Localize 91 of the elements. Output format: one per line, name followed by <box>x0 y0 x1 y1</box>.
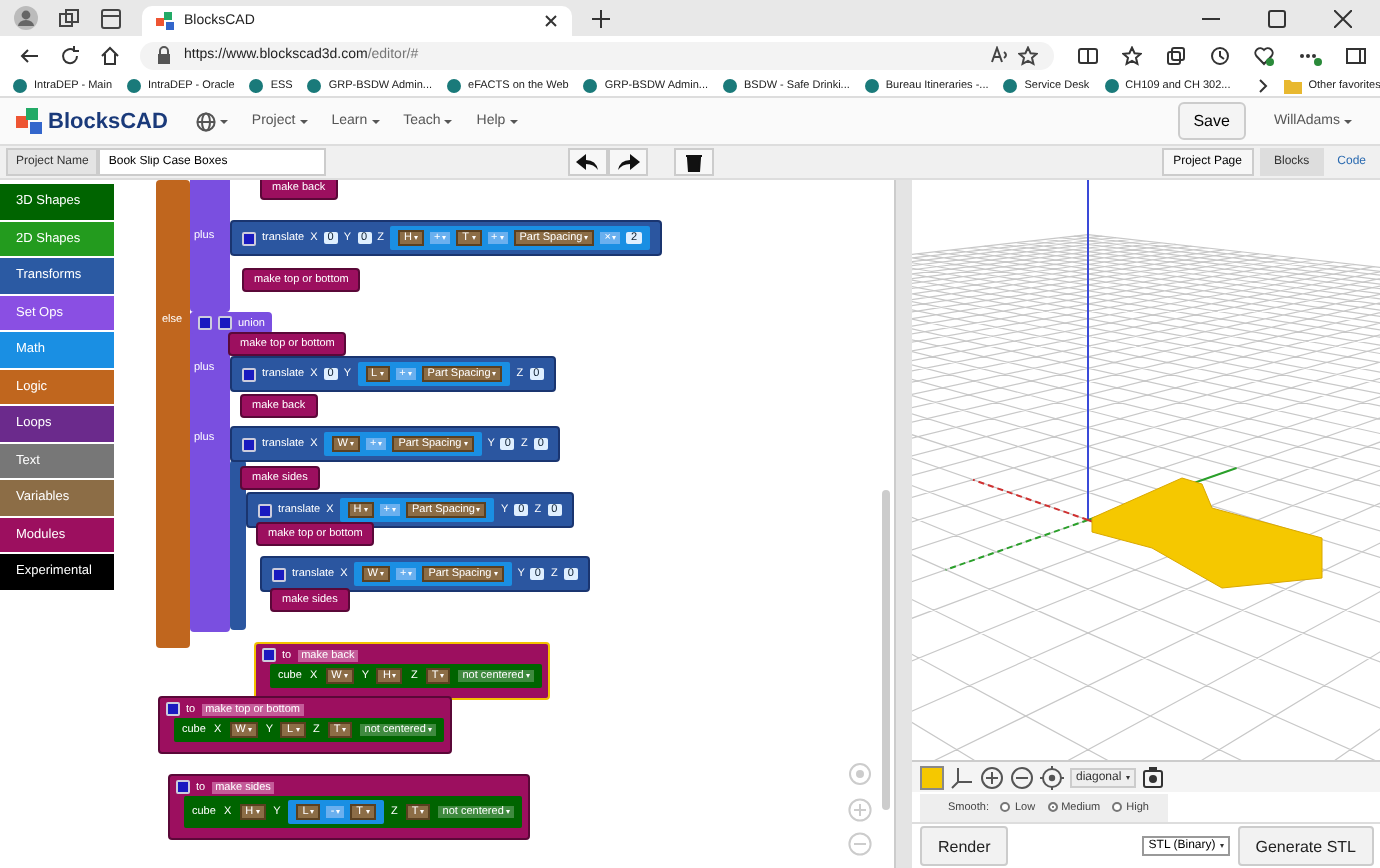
close-icon[interactable] <box>544 14 558 28</box>
blockscad-logo-icon <box>156 12 174 30</box>
caret-icon <box>509 119 518 123</box>
caret-icon <box>420 810 425 814</box>
workspaces-icon[interactable] <box>58 7 80 29</box>
redo-button[interactable] <box>608 148 649 176</box>
caret-icon <box>505 810 510 814</box>
site-icon <box>722 77 739 93</box>
trash-icon <box>686 153 703 171</box>
axes-icon[interactable] <box>950 765 974 789</box>
caret-icon <box>349 442 354 446</box>
caret-icon <box>1125 775 1130 779</box>
caret-icon <box>1344 119 1352 123</box>
color-swatch[interactable] <box>920 765 944 789</box>
back-arrow-icon[interactable] <box>20 45 40 65</box>
save-button[interactable]: Save <box>1177 102 1246 140</box>
site-icon <box>126 77 143 93</box>
caret-icon <box>463 442 468 446</box>
caret-icon <box>363 508 368 512</box>
site-icon <box>1103 77 1120 93</box>
history-icon[interactable] <box>1210 45 1230 65</box>
delete-button[interactable] <box>674 148 715 176</box>
sidebar-icon[interactable] <box>1346 45 1366 65</box>
lock-icon <box>156 46 172 64</box>
undo-arrow-icon <box>576 153 601 171</box>
caret-icon <box>219 119 228 123</box>
caret-icon <box>343 674 348 678</box>
caret-icon <box>365 810 370 814</box>
caret-icon <box>440 674 445 678</box>
caret-icon <box>525 674 530 678</box>
caret-icon <box>391 508 396 512</box>
read-aloud-icon[interactable] <box>990 46 1010 64</box>
caret-icon <box>584 236 589 240</box>
render-button[interactable]: Render <box>920 826 1009 866</box>
site-icon <box>306 77 323 93</box>
maximize-icon[interactable] <box>1268 9 1286 27</box>
refresh-icon[interactable] <box>60 45 80 65</box>
caret-icon <box>295 728 300 732</box>
blockscad-logo[interactable]: BlocksCAD <box>16 107 168 135</box>
caret-icon <box>413 236 418 240</box>
site-icon <box>446 77 463 93</box>
caret-icon <box>612 236 617 240</box>
blocks-logo-icon <box>16 107 44 135</box>
target-icon[interactable] <box>1040 765 1064 789</box>
zoom-out-icon[interactable] <box>1010 765 1034 789</box>
generate-stl-button[interactable]: Generate STL <box>1237 826 1374 866</box>
caret-icon <box>379 572 384 576</box>
site-icon <box>12 77 28 93</box>
zoom-in-icon[interactable] <box>980 765 1004 789</box>
chevron-right-icon[interactable] <box>1258 77 1271 93</box>
star-icon[interactable] <box>1018 45 1038 65</box>
site-icon <box>863 77 880 93</box>
redo-arrow-icon <box>616 153 641 171</box>
profile-icon[interactable] <box>14 6 38 30</box>
scrollbar-thumb[interactable] <box>882 490 890 810</box>
new-tab-icon[interactable] <box>592 9 610 27</box>
home-icon[interactable] <box>100 45 120 65</box>
caret-icon <box>407 372 412 376</box>
caret-icon <box>336 810 341 814</box>
caret-icon <box>471 236 476 240</box>
tab-actions-icon[interactable] <box>100 7 122 29</box>
camera-icon[interactable] <box>1141 766 1164 788</box>
heart-icon[interactable] <box>1254 45 1274 65</box>
caret-icon <box>408 572 413 576</box>
site-icon <box>582 77 599 93</box>
globe-icon <box>195 111 216 131</box>
caret-icon <box>442 236 447 240</box>
undo-button[interactable] <box>568 148 609 176</box>
site-icon <box>1002 77 1019 93</box>
caret-icon <box>1219 844 1224 848</box>
caret-icon <box>371 119 380 123</box>
caret-icon <box>310 810 315 814</box>
caret-icon <box>476 508 481 512</box>
close-icon[interactable] <box>1334 9 1352 27</box>
caret-icon <box>378 442 383 446</box>
collections-icon[interactable] <box>1166 45 1186 65</box>
caret-icon <box>299 119 308 123</box>
caret-icon <box>427 728 432 732</box>
caret-icon <box>392 674 397 678</box>
caret-icon <box>255 810 260 814</box>
caret-icon <box>342 728 347 732</box>
language-menu[interactable] <box>195 111 228 131</box>
caret-icon <box>493 572 498 576</box>
site-icon <box>248 77 265 93</box>
caret-icon <box>499 236 504 240</box>
caret-icon <box>492 372 497 376</box>
favorites-icon[interactable] <box>1122 45 1142 65</box>
caret-icon <box>379 372 384 376</box>
caret-icon <box>247 728 252 732</box>
split-screen-icon[interactable] <box>1078 45 1098 65</box>
caret-icon <box>444 119 453 123</box>
